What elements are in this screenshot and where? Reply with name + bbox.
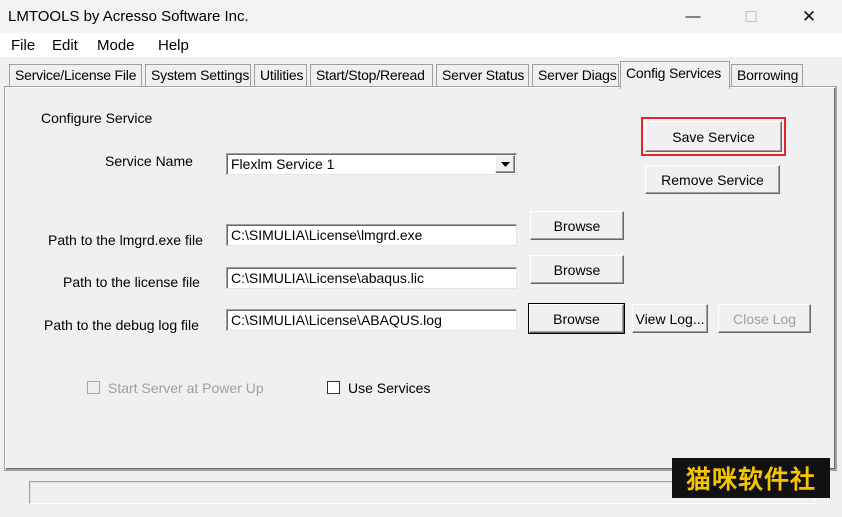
menu-help[interactable]: Help — [158, 37, 189, 54]
browse-lmgrd-button[interactable]: Browse — [530, 211, 624, 240]
save-service-highlight — [641, 117, 786, 156]
maximize-icon: ☐ — [744, 8, 758, 26]
minimize-button[interactable]: — — [670, 0, 716, 33]
tab-config-services[interactable]: Config Services — [620, 61, 730, 89]
menu-file[interactable]: File — [11, 37, 35, 54]
tab-utilities[interactable]: Utilities — [254, 64, 307, 86]
window-title: LMTOOLS by Acresso Software Inc. — [8, 8, 249, 25]
service-name-value: Flexlm Service 1 — [231, 156, 335, 172]
remove-service-button[interactable]: Remove Service — [645, 165, 780, 194]
license-path-label: Path to the license file — [63, 274, 200, 290]
browse-debug-log-button[interactable]: Browse — [528, 303, 625, 334]
tab-start-stop-reread[interactable]: Start/Stop/Reread — [310, 64, 433, 86]
lmgrd-path-label: Path to the lmgrd.exe file — [48, 232, 203, 248]
menu-mode[interactable]: Mode — [97, 37, 135, 54]
use-services-checkbox[interactable] — [327, 381, 340, 394]
close-icon: ✕ — [801, 6, 817, 26]
tab-system-settings[interactable]: System Settings — [145, 64, 251, 86]
maximize-button[interactable]: ☐ — [728, 0, 774, 33]
service-name-dropdown-button[interactable] — [495, 155, 515, 173]
use-services-label: Use Services — [348, 380, 431, 396]
view-log-button[interactable]: View Log... — [632, 304, 708, 333]
tab-service-license-file[interactable]: Service/License File — [9, 64, 142, 86]
debug-log-path-input[interactable]: C:\SIMULIA\License\ABAQUS.log — [226, 309, 517, 331]
close-button[interactable]: ✕ — [786, 0, 832, 33]
tab-server-diags[interactable]: Server Diags — [532, 64, 619, 86]
service-name-label: Service Name — [105, 153, 193, 169]
close-log-button: Close Log — [718, 304, 811, 333]
configure-service-label: Configure Service — [41, 110, 153, 126]
menu-edit[interactable]: Edit — [52, 37, 78, 54]
chevron-down-icon — [500, 161, 510, 167]
browse-license-button[interactable]: Browse — [530, 255, 624, 284]
tab-borrowing[interactable]: Borrowing — [731, 64, 803, 86]
start-at-power-up-label: Start Server at Power Up — [108, 380, 264, 396]
minimize-icon: — — [685, 8, 701, 25]
tab-server-status[interactable]: Server Status — [436, 64, 529, 86]
service-name-combobox[interactable]: Flexlm Service 1 — [226, 153, 517, 175]
license-path-input[interactable]: C:\SIMULIA\License\abaqus.lic — [226, 267, 517, 289]
debug-log-path-label: Path to the debug log file — [44, 317, 199, 333]
title-bar: LMTOOLS by Acresso Software Inc. — ☐ ✕ — [0, 0, 842, 33]
lmgrd-path-input[interactable]: C:\SIMULIA\License\lmgrd.exe — [226, 224, 517, 246]
watermark: 猫咪软件社 — [672, 458, 830, 498]
menu-bar: File Edit Mode Help — [0, 33, 842, 57]
start-at-power-up-checkbox — [87, 381, 100, 394]
